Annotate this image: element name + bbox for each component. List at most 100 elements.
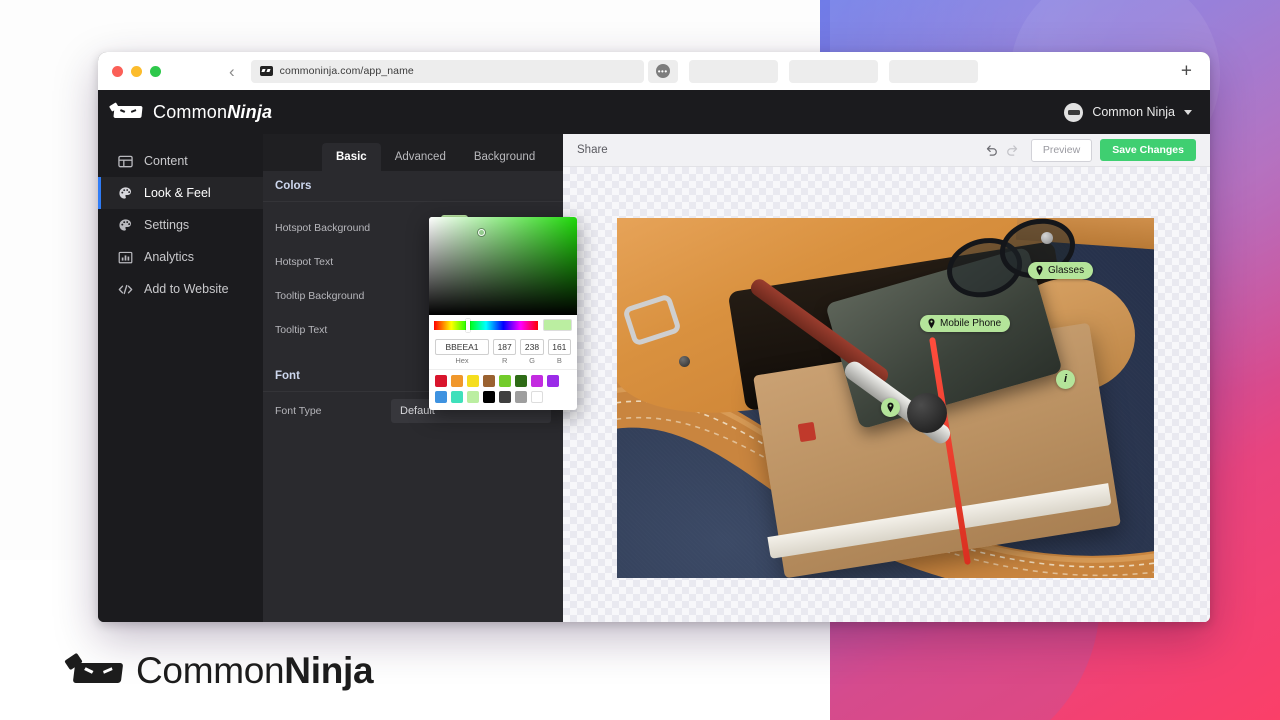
favicon-icon (259, 66, 273, 76)
minimize-window-button[interactable] (131, 65, 142, 77)
pin-icon (928, 318, 935, 329)
green-label: G (529, 356, 535, 365)
sidebar: Content Look & Feel Settings Analytics A… (98, 134, 263, 622)
account-name: Common Ninja (1092, 105, 1175, 119)
preset-swatch[interactable] (451, 391, 463, 403)
account-menu[interactable]: Common Ninja (1064, 102, 1192, 122)
preset-swatch[interactable] (435, 391, 447, 403)
preview-button[interactable]: Preview (1030, 138, 1093, 162)
close-window-button[interactable] (112, 65, 123, 77)
color-row-label: Tooltip Background (275, 290, 365, 302)
preset-swatch[interactable] (483, 391, 495, 403)
preset-swatch[interactable] (531, 391, 543, 403)
tab-advanced[interactable]: Advanced (381, 143, 460, 171)
overflow-icon: ••• (655, 64, 670, 78)
sidebar-item-label: Analytics (144, 250, 195, 264)
avatar (1064, 102, 1084, 122)
preset-swatch[interactable] (531, 375, 543, 387)
red-input[interactable] (493, 339, 517, 355)
preset-swatch[interactable] (515, 391, 527, 403)
preset-swatch[interactable] (467, 375, 479, 387)
hotspot-pill-mobile-phone[interactable]: Mobile Phone (920, 315, 1011, 332)
hex-label: Hex (455, 356, 469, 365)
hotspot-image[interactable]: Glasses Mobile Phone i (617, 218, 1154, 578)
palette-alt-icon (119, 218, 132, 231)
footer-logo-bold: Ninja (284, 650, 374, 691)
tab-overflow-button[interactable]: ••• (647, 59, 678, 83)
preset-swatch[interactable] (547, 375, 559, 387)
app-logo-text: CommonNinja (153, 102, 272, 123)
maximize-window-button[interactable] (150, 65, 161, 77)
hotspot-pill-label: Glasses (1048, 265, 1085, 276)
preset-swatch[interactable] (467, 391, 479, 403)
color-value-fields: Hex R G B (429, 335, 577, 365)
tab-basic[interactable]: Basic (322, 143, 381, 171)
preset-swatch[interactable] (435, 375, 447, 387)
saturation-cursor[interactable] (478, 229, 485, 236)
sidebar-item-analytics[interactable]: Analytics (98, 241, 263, 273)
redo-glyph (1007, 145, 1018, 156)
sidebar-item-label: Add to Website (144, 282, 229, 296)
hotspot-pill-glasses[interactable]: Glasses (1028, 262, 1094, 279)
undo-glyph (986, 145, 997, 156)
saturation-value-area[interactable] (429, 217, 577, 315)
app-logo[interactable]: CommonNinja (109, 102, 272, 123)
redo-icon[interactable] (1002, 140, 1022, 160)
preset-swatch[interactable] (499, 375, 511, 387)
hex-input[interactable] (435, 339, 489, 355)
browser-tab-1[interactable] (688, 59, 778, 83)
green-input[interactable] (520, 339, 544, 355)
hue-slider[interactable] (434, 318, 538, 332)
colors-section-title: Colors (275, 180, 312, 192)
browser-window: ‹ commoninja.com/app_name ••• + CommonNi… (98, 52, 1210, 622)
footer-logo-text: CommonNinja (136, 650, 374, 691)
new-tab-button[interactable]: + (1181, 62, 1192, 81)
window-controls[interactable] (112, 65, 161, 77)
footer-logo: CommonNinja (64, 650, 374, 691)
app-logo-text-bold: Ninja (227, 101, 273, 122)
blue-input[interactable] (547, 339, 571, 355)
color-row-label: Hotspot Text (275, 256, 334, 268)
pin-icon (1036, 265, 1043, 276)
sidebar-item-settings[interactable]: Settings (98, 209, 263, 241)
hotspot-pill-label: Mobile Phone (940, 318, 1002, 329)
preset-swatch-row-1 (435, 375, 571, 387)
color-picker-popover[interactable]: Hex R G B (429, 217, 577, 410)
browser-chrome: ‹ commoninja.com/app_name ••• + (98, 52, 1210, 90)
preset-swatch[interactable] (515, 375, 527, 387)
photo-rivet-left (679, 356, 690, 367)
colors-section-header: Colors (263, 171, 563, 202)
sidebar-item-label: Look & Feel (144, 186, 211, 200)
chevron-down-icon (1184, 109, 1192, 115)
bar-chart-icon (118, 251, 133, 263)
photo-red-tab (797, 421, 817, 443)
grid-icon (118, 155, 133, 167)
hue-row (429, 315, 577, 335)
hue-slider-handle[interactable] (466, 318, 471, 332)
sidebar-item-content[interactable]: Content (98, 145, 263, 177)
sidebar-item-add-to-website[interactable]: Add to Website (98, 273, 263, 305)
save-changes-button[interactable]: Save Changes (1100, 139, 1196, 161)
browser-tab-2[interactable] (788, 59, 878, 83)
photo-rivet-right (1041, 232, 1053, 244)
back-icon[interactable]: ‹ (229, 63, 235, 80)
address-bar[interactable]: commoninja.com/app_name (250, 59, 644, 83)
sidebar-item-look-and-feel[interactable]: Look & Feel (98, 177, 263, 209)
preset-swatch[interactable] (499, 391, 511, 403)
preset-swatch[interactable] (451, 375, 463, 387)
tab-background[interactable]: Background (460, 143, 549, 171)
preset-swatch[interactable] (483, 375, 495, 387)
share-button[interactable]: Share (577, 144, 982, 156)
blue-label: B (556, 356, 562, 365)
color-row-label: Hotspot Background (275, 222, 371, 234)
footer-logo-light: Common (136, 650, 285, 691)
undo-icon[interactable] (982, 140, 1002, 160)
palette-icon (119, 186, 132, 199)
app-header: CommonNinja Common Ninja (98, 90, 1210, 134)
hotspot-dot-pin[interactable] (881, 398, 900, 417)
browser-tab-3[interactable] (888, 59, 978, 83)
hotspot-dot-info[interactable]: i (1056, 370, 1075, 389)
canvas-stage: Glasses Mobile Phone i (563, 167, 1210, 622)
photo-pen-cap (907, 393, 947, 433)
preset-swatches (429, 369, 577, 410)
